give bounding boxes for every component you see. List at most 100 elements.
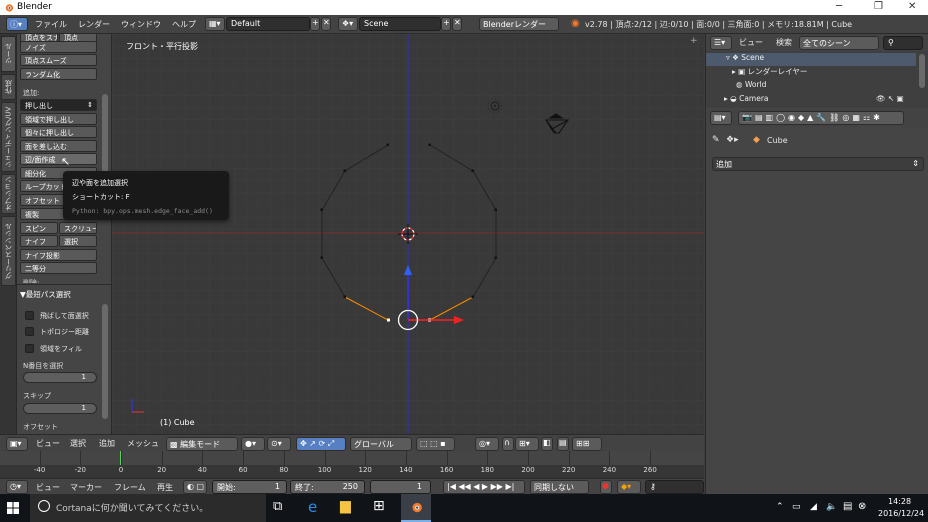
tab-options[interactable]: オプション (1, 174, 16, 214)
tab-grease-pencil[interactable]: グリースペンシル (1, 216, 16, 286)
cortana-search-box[interactable]: Cortanaに何か聞いてみてください。 (30, 494, 266, 522)
scene-icon-button[interactable]: ❖▾ (338, 17, 358, 31)
viewport-menu-add[interactable]: 追加 (99, 438, 115, 449)
editor-type-3d-button[interactable]: ▣▾ (6, 437, 28, 451)
notification-icon[interactable]: ⊗ (858, 501, 866, 512)
outliner-search-input[interactable]: ⚲ (883, 36, 923, 50)
minimize-button[interactable]: ─ (836, 1, 842, 12)
maximize-button[interactable]: ❐ (874, 1, 883, 12)
panel-scrollbar[interactable] (102, 304, 108, 419)
network-icon[interactable]: ◢ (810, 502, 817, 512)
edge-browser-icon[interactable]: e (308, 498, 328, 518)
tab-shading-uv[interactable]: シェーディング/UV (1, 102, 16, 172)
editor-type-outliner-button[interactable]: ☰▾ (710, 36, 732, 50)
volume-icon[interactable]: 🔈 (826, 502, 837, 512)
outliner-row-world[interactable]: ◍ World (706, 80, 916, 93)
outliner-scrollbar[interactable] (919, 54, 925, 88)
region-expand-icon[interactable]: + (690, 36, 698, 46)
timeline-editor[interactable]: -40 -20 0 20 40 60 80 100 120 140 160 180 200 220 240 2… (0, 451, 704, 478)
knife-button[interactable]: ナイフ (20, 235, 58, 247)
render-anim-button[interactable]: ▤ (557, 437, 569, 451)
3d-viewport[interactable]: フロント・平行投影 (1) Cube + (112, 34, 704, 434)
add-layout-button[interactable]: + (310, 17, 320, 31)
opengl-render-button[interactable]: ◧ (541, 437, 553, 451)
knife-project-button[interactable]: ナイフ投影 (20, 249, 97, 261)
bisect-button[interactable]: 二等分 (20, 262, 97, 274)
remove-scene-button[interactable]: ✕ (452, 17, 462, 31)
shading-select[interactable]: ●▾ (241, 437, 265, 451)
fill-region-checkbox[interactable] (25, 344, 34, 353)
screen-layout-icon-button[interactable]: ▦▾ (205, 17, 225, 31)
spin-button[interactable]: スピン (20, 222, 58, 234)
auto-keyframe-button[interactable]: ● (600, 480, 612, 494)
keying-set-field[interactable]: ⚷ (645, 480, 704, 494)
timeline-menu-playback[interactable]: 再生 (157, 482, 173, 493)
smooth-vertex-button[interactable]: 頂点スムーズ (20, 54, 97, 66)
timeline-ruler[interactable] (0, 451, 704, 465)
snap-element-select[interactable]: ⊞▾ (515, 437, 539, 451)
topology-distance-checkbox[interactable] (25, 327, 34, 336)
outliner-row-camera[interactable]: ▸ ◒ Camera 👁 ↖ ▣ (706, 94, 916, 107)
knife-select-button[interactable]: 選択 (59, 235, 97, 247)
clock-date[interactable]: 2016/12/24 (878, 509, 924, 518)
store-icon[interactable]: ⊞ (373, 498, 393, 518)
timeline-menu-view[interactable]: ビュー (36, 482, 60, 493)
pin-icon[interactable]: ✎ (712, 135, 720, 145)
select-mode-buttons[interactable]: ⬚ ⬚ ▪ (416, 437, 455, 451)
pivot-select[interactable]: ⊙▾ (267, 437, 291, 451)
extrude-individual-button[interactable]: 個々に押し出し (20, 126, 97, 138)
screw-button[interactable]: スクリュー (59, 222, 97, 234)
manipulator-toggles[interactable]: ✥ ↗ ⟳ ⤢ (296, 437, 346, 451)
viewport-menu-mesh[interactable]: メッシュ (127, 438, 159, 449)
editor-type-timeline-button[interactable]: ◷▾ (6, 480, 28, 494)
menu-window[interactable]: ウィンドウ (121, 19, 161, 30)
end-frame-field[interactable]: 終了: 250 (290, 480, 365, 494)
outliner-menu-search[interactable]: 検索 (776, 37, 792, 48)
editor-type-info-button[interactable]: ⓘ▾ (6, 17, 28, 31)
snap-toggle[interactable]: ∩ (502, 437, 514, 451)
blender-taskbar-button[interactable] (401, 494, 431, 522)
nth-slider[interactable]: 1 (23, 372, 97, 383)
tab-create[interactable]: 作成 (1, 74, 16, 100)
windows-start-icon[interactable] (7, 502, 19, 514)
skip-face-checkbox[interactable] (25, 311, 34, 320)
screen-layout-field[interactable]: Default (226, 17, 310, 31)
viewport-menu-view[interactable]: ビュー (36, 438, 60, 449)
outliner-row-renderlayer[interactable]: ▸ ▣ レンダーレイヤー (706, 66, 916, 79)
timeline-track[interactable] (0, 465, 704, 478)
scene-field[interactable]: Scene (359, 17, 441, 31)
add-modifier-select[interactable]: 追加 ⇕ (712, 157, 924, 171)
outliner-menu-view[interactable]: ビュー (739, 37, 763, 48)
outliner-row-scene[interactable]: ▿ ❖ Scene (706, 53, 916, 66)
properties-context-tabs[interactable]: 📷▤▥◯◉◆▲🔧⛓◎▦⚏✱ (738, 111, 904, 125)
timeline-menu-marker[interactable]: マーカー (70, 482, 102, 493)
mode-select[interactable]: ▩ 編集モード (166, 437, 238, 451)
tab-tools[interactable]: ツール (1, 36, 16, 72)
proportional-edit-select[interactable]: ◎▾ (475, 437, 499, 451)
keying-set-select[interactable]: ◆▾ (617, 480, 641, 494)
last-operator-panel-title[interactable]: ▼最短パス選択 (20, 289, 71, 300)
menu-file[interactable]: ファイル (35, 19, 67, 30)
render-engine-select[interactable]: Blenderレンダー (479, 17, 559, 31)
transform-orientation-select[interactable]: グローバル (350, 437, 412, 451)
extrude-region-button[interactable]: 領域で押し出し (20, 113, 97, 125)
menu-help[interactable]: ヘルプ (172, 19, 196, 30)
sync-mode-select[interactable]: 同期しない (530, 480, 589, 494)
visibility-icons[interactable]: 👁 ↖ ▣ (876, 94, 904, 103)
preview-range-toggle[interactable]: ◐ ▢ (183, 480, 207, 494)
battery-icon[interactable]: ▭ (792, 502, 801, 512)
add-scene-button[interactable]: + (441, 17, 451, 31)
task-view-icon[interactable]: ⧉ (273, 499, 293, 519)
layer-buttons[interactable]: ⊞⊞ (572, 437, 602, 451)
editor-type-properties-button[interactable]: ▤▾ (710, 111, 732, 125)
randomize-button[interactable]: ランダム化 (20, 68, 97, 80)
menu-render[interactable]: レンダー (78, 19, 110, 30)
close-button[interactable]: ✕ (908, 1, 916, 12)
extrude-menu-button[interactable]: 押し出し ⇕ (20, 99, 97, 111)
make-edge-face-button[interactable]: 辺/面作成 (20, 153, 97, 165)
outliner-display-select[interactable]: 全てのシーン (799, 36, 879, 50)
skip-slider[interactable]: 1 (23, 403, 97, 414)
remove-layout-button[interactable]: ✕ (321, 17, 331, 31)
current-frame-field[interactable]: 1 (370, 480, 431, 494)
timeline-menu-frame[interactable]: フレーム (114, 482, 146, 493)
